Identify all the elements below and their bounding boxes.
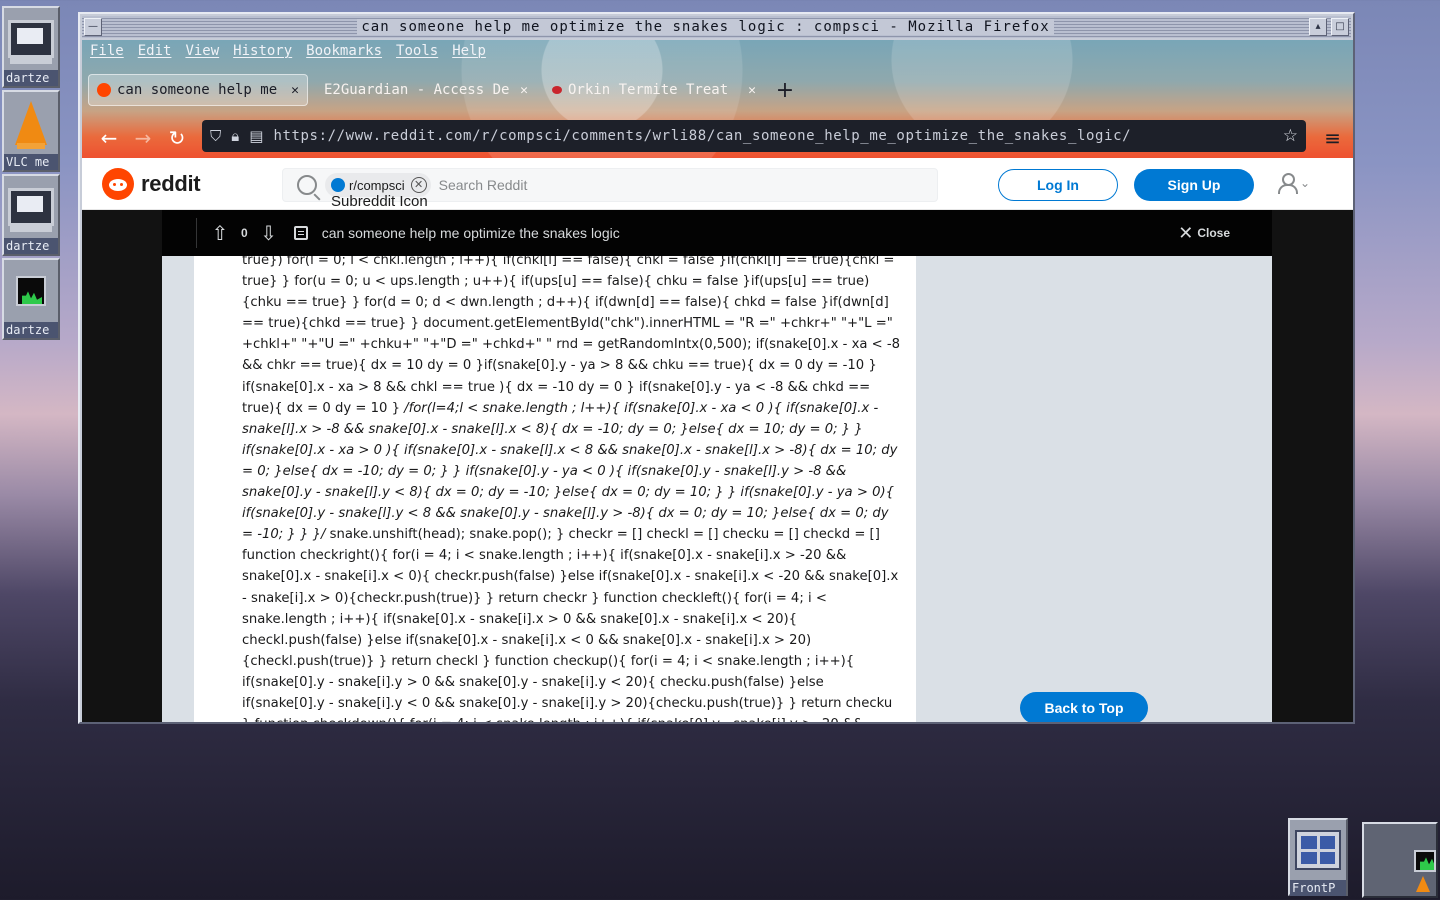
close-label: Close xyxy=(1197,226,1230,240)
post-card: true}) for(l = 0; l < chkl.length ; l++)… xyxy=(194,256,916,722)
reddit-wordmark: reddit xyxy=(141,171,201,196)
forward-arrow-icon[interactable]: → xyxy=(126,126,160,150)
divider xyxy=(196,218,197,248)
close-post-button[interactable]: ✕ Close xyxy=(1178,223,1230,244)
reddit-favicon-icon xyxy=(97,83,111,97)
window-shade-button[interactable]: ▴ xyxy=(1309,18,1327,36)
browser-window: — can someone help me optimize the snake… xyxy=(78,12,1355,724)
desktop-icon-label: dartze xyxy=(4,238,58,254)
subreddit-chip[interactable]: r/compsci ✕ Subreddit Icon xyxy=(325,173,431,210)
reddit-logo[interactable]: reddit xyxy=(102,168,201,200)
user-icon xyxy=(1278,172,1298,194)
tab-e2guardian[interactable]: E2Guardian - Access De ✕ xyxy=(316,74,536,106)
lock-icon[interactable]: 🔒︎ xyxy=(231,127,239,145)
shield-icon[interactable]: ⛉ xyxy=(210,127,221,145)
dock-pager[interactable] xyxy=(1362,822,1438,898)
desktop-icon-label: dartze xyxy=(4,70,58,86)
upvote-icon[interactable]: ⇧ xyxy=(209,221,231,245)
post-title: can someone help me optimize the snakes … xyxy=(321,225,620,241)
monitor-icon xyxy=(8,20,54,58)
subreddit-icon xyxy=(331,178,345,192)
subreddit-chip-label: r/compsci xyxy=(349,177,405,193)
search-input[interactable]: Search Reddit xyxy=(439,177,528,193)
menu-file[interactable]: File xyxy=(90,43,124,59)
menu-bookmarks[interactable]: Bookmarks xyxy=(306,43,382,59)
menu-view[interactable]: View xyxy=(185,43,219,59)
window-titlebar[interactable]: — can someone help me optimize the snake… xyxy=(82,16,1351,38)
vlc-cone-icon xyxy=(1416,876,1430,892)
menu-help[interactable]: Help xyxy=(452,43,486,59)
back-arrow-icon[interactable]: ← xyxy=(92,126,126,150)
signup-button[interactable]: Sign Up xyxy=(1134,169,1254,201)
search-icon xyxy=(297,175,317,195)
url-bar[interactable]: ⛉ 🔒︎ ▤ https://www.reddit.com/r/compsci/… xyxy=(202,120,1306,152)
menu-history[interactable]: History xyxy=(233,43,292,59)
tab-strip: can someone help me ✕ E2Guardian - Acces… xyxy=(82,70,798,110)
post-body-text: snake.unshift(head); snake.pop(); } chec… xyxy=(242,527,899,722)
dock-label: FrontP xyxy=(1290,880,1346,896)
bookmark-star-icon[interactable]: ☆ xyxy=(1283,126,1298,146)
window-title: can someone help me optimize the snakes … xyxy=(357,19,1054,35)
dock-frontpanel[interactable]: FrontP xyxy=(1288,818,1348,896)
navigation-bar: ← → ↻ ⛉ 🔒︎ ▤ https://www.reddit.com/r/co… xyxy=(82,120,1353,156)
browser-chrome: File Edit View History Bookmarks Tools H… xyxy=(82,40,1353,158)
back-to-top-button[interactable]: Back to Top xyxy=(1020,692,1148,722)
frontpanel-icon xyxy=(1295,830,1341,870)
sidebar xyxy=(916,256,1272,722)
tab-label: Orkin Termite Treat xyxy=(568,82,729,98)
reddit-snoo-icon xyxy=(102,168,134,200)
menubar: File Edit View History Bookmarks Tools H… xyxy=(82,40,500,62)
chevron-down-icon: ⌄ xyxy=(1300,176,1311,190)
desktop-icon-dartze-3[interactable]: dartze xyxy=(2,258,60,340)
reddit-header: reddit r/compsci ✕ Subreddit Icon Search… xyxy=(82,158,1353,210)
post-type-icon xyxy=(293,226,308,240)
downvote-icon[interactable]: ⇩ xyxy=(258,221,280,245)
tab-orkin[interactable]: Orkin Termite Treat ✕ xyxy=(544,74,764,106)
hamburger-menu-icon[interactable]: ≡ xyxy=(1324,126,1341,150)
desktop-icon-label: dartze xyxy=(4,322,58,338)
page-viewport: reddit r/compsci ✕ Subreddit Icon Search… xyxy=(82,158,1353,722)
desktop-icon-label: VLC me xyxy=(4,154,58,170)
close-icon: ✕ xyxy=(1178,222,1194,243)
graph-monitor-icon xyxy=(16,276,46,306)
window-maximize-button[interactable]: □ xyxy=(1331,18,1349,36)
desktop-icon-vlc[interactable]: VLC me xyxy=(2,90,60,172)
orkin-favicon-icon xyxy=(552,86,562,94)
subreddit-icon-alt-text: Subreddit Icon xyxy=(331,193,428,210)
user-menu[interactable]: ⌄ xyxy=(1278,172,1310,194)
post-body-italic: /for(l=4;l < snake.length ; l++){ if(sna… xyxy=(242,400,898,543)
graph-monitor-icon xyxy=(1414,850,1436,872)
tab-close-icon[interactable]: ✕ xyxy=(748,83,756,98)
vote-count: 0 xyxy=(241,226,248,240)
post-top-bar: ⇧ 0 ⇩ can someone help me optimize the s… xyxy=(162,210,1272,256)
desktop-icon-dartze-2[interactable]: dartze xyxy=(2,174,60,256)
search-bar[interactable]: r/compsci ✕ Subreddit Icon Search Reddit xyxy=(282,168,938,210)
monitor-icon xyxy=(8,188,54,226)
page-info-icon[interactable]: ▤ xyxy=(249,127,263,145)
menu-edit[interactable]: Edit xyxy=(138,43,172,59)
login-button[interactable]: Log In xyxy=(998,169,1118,201)
menu-tools[interactable]: Tools xyxy=(396,43,438,59)
tab-label: E2Guardian - Access De xyxy=(324,82,510,98)
tab-close-icon[interactable]: ✕ xyxy=(520,83,528,98)
new-tab-button[interactable]: + xyxy=(772,78,798,103)
post-body: true}) for(l = 0; l < chkl.length ; l++)… xyxy=(242,256,902,722)
vlc-cone-icon xyxy=(15,101,47,149)
tab-reddit-post[interactable]: can someone help me ✕ xyxy=(88,74,308,106)
tab-close-icon[interactable]: ✕ xyxy=(291,83,299,98)
post-body-text: true}) for(l = 0; l < chkl.length ; l++)… xyxy=(242,256,901,416)
remove-chip-icon[interactable]: ✕ xyxy=(410,177,427,193)
desktop-icon-dartze-1[interactable]: dartze xyxy=(2,6,60,88)
reload-icon[interactable]: ↻ xyxy=(160,126,194,150)
tab-label: can someone help me xyxy=(117,82,278,98)
window-menu-button[interactable]: — xyxy=(84,18,102,36)
url-text[interactable]: https://www.reddit.com/r/compsci/comment… xyxy=(273,128,1282,144)
